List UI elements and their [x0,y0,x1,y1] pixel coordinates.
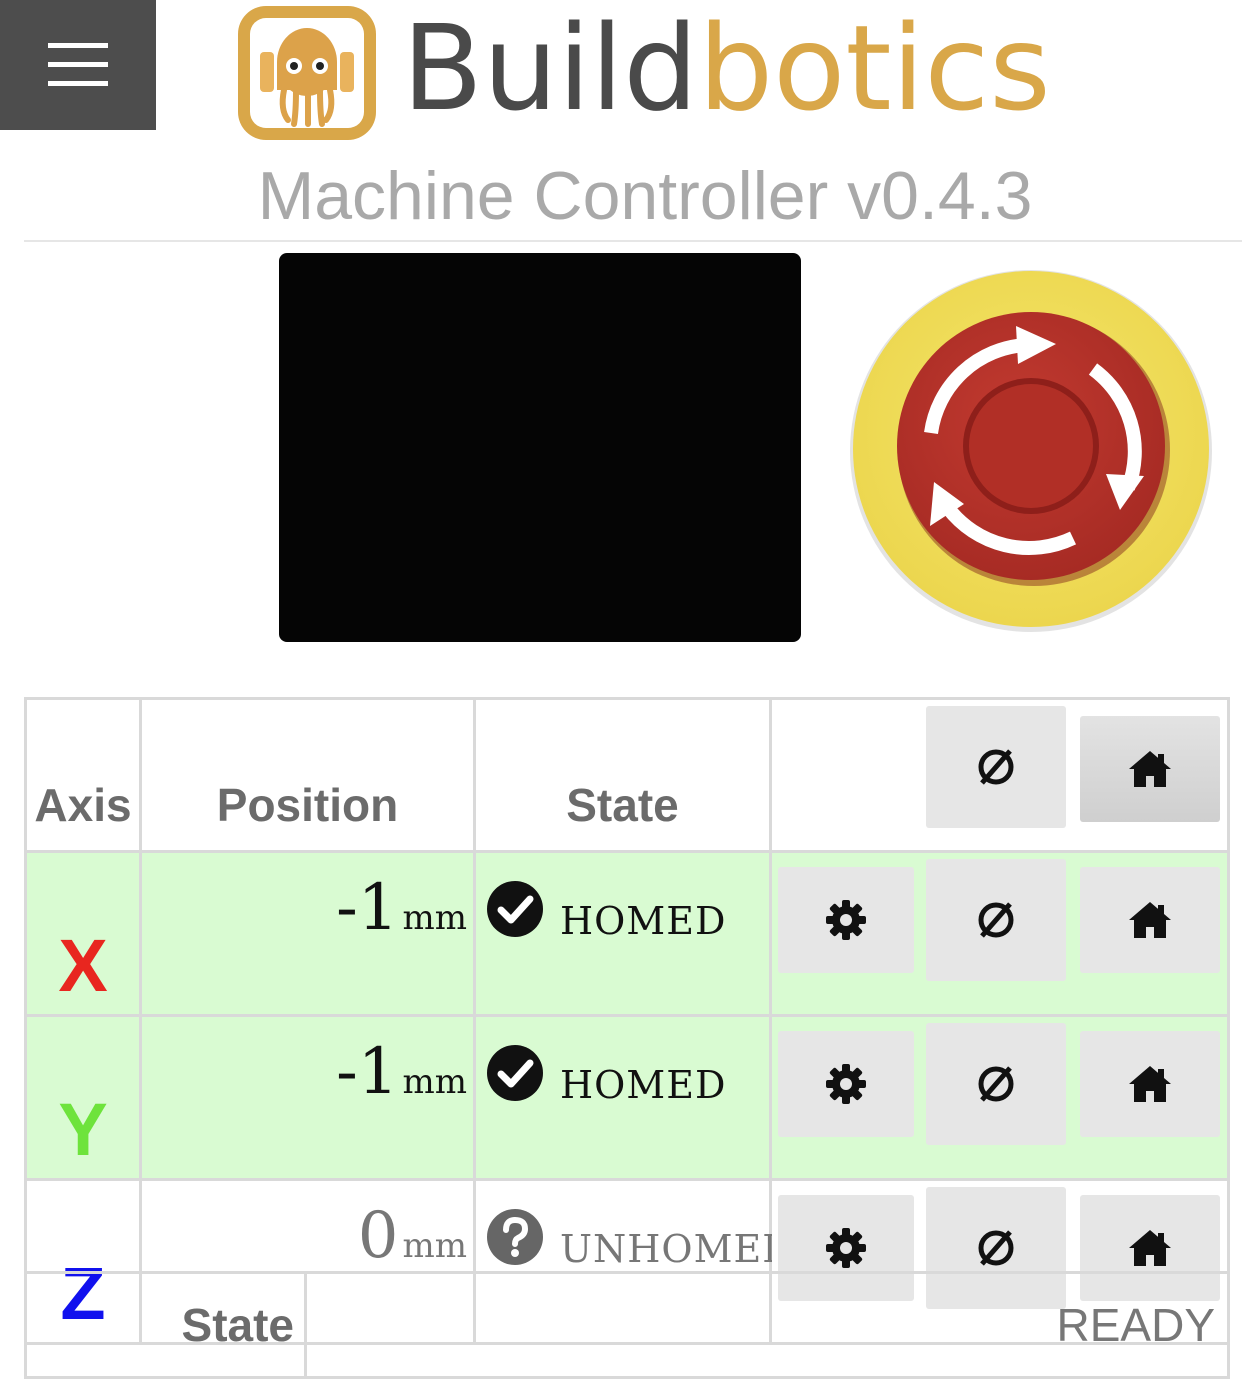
state-text: HOMED [560,1063,727,1107]
gear-icon [826,1228,866,1268]
home-icon [1129,1066,1171,1102]
home-axis-button[interactable] [1080,867,1220,973]
menu-button[interactable] [0,0,156,130]
question-circle-icon [487,1209,543,1265]
axis-state: HOMED [473,1014,772,1181]
home-icon [1129,1230,1171,1266]
zero-axis-button[interactable] [926,859,1066,981]
status-label: State [24,1271,307,1379]
home-axis-button[interactable] [1080,1031,1220,1137]
position-unit: mm [402,898,467,938]
axes-table: Axis Position State X -1 mm HOMED Y -1 m… [24,697,1230,1345]
position-value: -1 [336,871,399,945]
position-unit: mm [402,1226,467,1266]
home-icon [1129,751,1171,787]
axis-actions [769,1014,1230,1181]
status-table: State READY [24,1271,1230,1379]
position-value: -1 [336,1035,399,1109]
emergency-stop-icon [850,270,1212,632]
axis-column-header: Axis [24,697,142,853]
axis-row-y: Y -1 mm HOMED [24,1014,1230,1181]
axis-label: Y [24,1014,142,1181]
gear-icon [826,900,866,940]
header-divider [24,240,1242,242]
brand-logo: Buildbotics [234,0,1051,145]
position-value: 0 [357,1199,399,1273]
state-text: UNHOMED [560,1227,794,1271]
logo-text-botics: botics [698,0,1051,137]
hamburger-icon [48,43,108,86]
home-icon [1129,902,1171,938]
status-value: READY [304,1271,1230,1379]
axis-row-x: X -1 mm HOMED [24,850,1230,1017]
position-unit: mm [402,1062,467,1102]
all-axes-actions [769,697,1230,853]
axis-actions [769,850,1230,1017]
axis-label: X [24,850,142,1017]
logo-wordmark: Buildbotics [402,9,1051,127]
home-all-button[interactable] [1080,716,1220,822]
estop-button[interactable] [848,268,1214,634]
zero-axis-button[interactable] [926,1023,1066,1145]
axes-header-row: Axis Position State [24,697,1230,853]
axis-state: HOMED [473,850,772,1017]
buildbotics-octopus-logo [238,5,376,140]
page-subtitle: Machine Controller v0.4.3 [257,158,1033,234]
zero-all-button[interactable] [926,706,1066,828]
axis-position: -1 mm [139,1014,476,1181]
camera-view [279,253,801,642]
axis-position: -1 mm [139,850,476,1017]
axis-settings-button[interactable] [778,867,914,973]
gear-icon [826,1064,866,1104]
check-circle-icon [487,881,543,937]
zero-icon [978,1066,1014,1102]
state-column-header: State [473,697,772,853]
axis-settings-button[interactable] [778,1031,914,1137]
state-text: HOMED [560,899,727,943]
position-column-header: Position [139,697,476,853]
logo-text-build: Build [402,0,699,137]
check-circle-icon [487,1045,543,1101]
status-row: State READY [24,1271,1230,1379]
zero-icon [978,1230,1014,1266]
zero-icon [978,902,1014,938]
zero-icon [978,749,1014,785]
